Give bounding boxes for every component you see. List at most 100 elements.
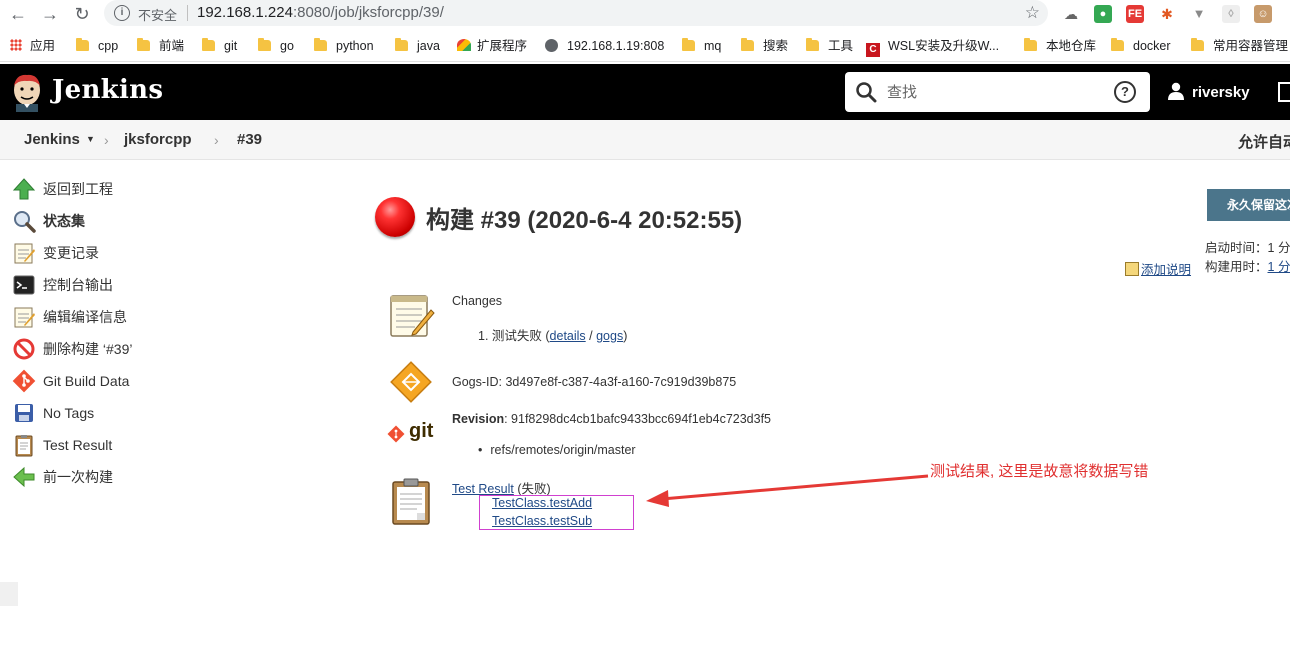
failed-test-link[interactable]: TestClass.testAdd — [492, 496, 592, 510]
extension-green-icon[interactable]: ● — [1094, 5, 1112, 23]
bookmark-label: 搜索 — [763, 39, 789, 53]
sidebar-item-changes[interactable]: 变更记录 — [12, 241, 99, 265]
bookmark-star-icon[interactable]: ☆ — [1025, 3, 1040, 23]
bookmark-label: 常用容器管理 — [1213, 39, 1289, 53]
keep-forever-button[interactable]: 永久保留这次构建 — [1207, 189, 1290, 221]
bookmark-python[interactable]: python — [314, 38, 374, 54]
caret-down-icon[interactable]: ▼ — [86, 134, 95, 144]
sidebar-item-label: 前一次构建 — [43, 469, 113, 485]
failed-test-link[interactable]: TestClass.testSub — [492, 514, 592, 528]
bookmark-label: 扩展程序 — [477, 39, 528, 53]
search-input[interactable] — [887, 80, 1107, 104]
bookmark-label: 应用 — [30, 39, 56, 53]
bookmark-label: 前端 — [159, 39, 185, 53]
bookmark-mq[interactable]: mq — [682, 38, 721, 54]
no-entry-icon — [13, 338, 35, 360]
bookmark-search[interactable]: 搜索 — [741, 38, 788, 54]
git-logo-text: git — [409, 420, 434, 442]
url-host: 192.168.1.224 — [197, 4, 293, 21]
up-arrow-icon — [12, 178, 36, 200]
divider — [187, 5, 188, 21]
annotation-text: 测试结果, 这里是故意将数据写错 — [930, 463, 1149, 480]
gogs-link[interactable]: gogs — [596, 329, 623, 343]
sidebar-item-label: No Tags — [43, 405, 95, 421]
bookmark-apps[interactable]: 应用 — [10, 38, 55, 54]
bookmark-wsl[interactable]: C WSL安装及升级W... — [866, 38, 999, 57]
help-icon[interactable]: ? — [1114, 81, 1136, 103]
bookmark-local-repo[interactable]: 本地仓库 — [1024, 38, 1096, 54]
bookmark-cpp[interactable]: cpp — [76, 38, 118, 54]
revision: Revision: 91f8298dc4cb1bafc9433bcc694f1e… — [452, 412, 771, 426]
sidebar-item-label: Git Build Data — [43, 373, 130, 389]
bookmark-label: 本地仓库 — [1046, 39, 1097, 53]
details-link[interactable]: details — [550, 329, 586, 343]
add-description-label: 添加说明 — [1141, 263, 1192, 277]
extension-fe-icon[interactable]: FE — [1126, 5, 1144, 23]
test-result-link[interactable]: Test Result — [452, 482, 514, 496]
auto-refresh-toggle[interactable]: 允许自动 — [1238, 131, 1290, 152]
bookmark-ip[interactable]: 192.168.1.19:808 — [545, 38, 664, 54]
bookmark-label: 192.168.1.19:808 — [567, 39, 665, 53]
sidebar-item-no-tags[interactable]: No Tags — [12, 401, 94, 425]
breadcrumb-build[interactable]: #39 — [237, 131, 262, 148]
jenkins-logo-icon[interactable] — [10, 72, 44, 112]
user-name: riversky — [1192, 84, 1250, 101]
extension-grey-icon[interactable]: ◊ — [1222, 5, 1240, 23]
bookmark-extensions[interactable]: 扩展程序 — [457, 38, 527, 54]
info-icon[interactable]: i — [114, 5, 130, 21]
extension-v-icon[interactable]: ▼ — [1190, 5, 1208, 23]
extension-share-icon[interactable]: ✱ — [1158, 5, 1176, 23]
user-link[interactable]: riversky — [1168, 82, 1250, 101]
bookmark-docker[interactable]: docker — [1111, 38, 1171, 54]
sidebar-item-back-to-project[interactable]: 返回到工程 — [12, 177, 113, 201]
sidebar-item-edit-build-info[interactable]: 编辑编译信息 — [12, 305, 127, 329]
breadcrumb-jenkins[interactable]: Jenkins — [24, 131, 80, 148]
sidebar-item-console[interactable]: 控制台输出 — [12, 273, 113, 297]
sidebar-item-label: 返回到工程 — [43, 181, 113, 197]
sidebar-item-test-result[interactable]: Test Result — [12, 433, 112, 457]
breadcrumb-job[interactable]: jksforcpp — [124, 131, 192, 148]
bookmark-git[interactable]: git — [202, 38, 237, 54]
bookmark-go[interactable]: go — [258, 38, 294, 54]
logout-icon[interactable] — [1278, 82, 1290, 102]
sidebar-item-label: 变更记录 — [43, 245, 99, 261]
jenkins-title[interactable]: Jenkins — [52, 75, 163, 105]
test-result-status: (失败) — [513, 482, 551, 496]
user-icon — [1168, 82, 1184, 100]
folder-icon — [137, 38, 150, 51]
change-item-close: ) — [623, 329, 628, 343]
address-bar[interactable]: i 不安全 192.168.1.224:8080/job/jksforcpp/3… — [104, 0, 1048, 26]
csdn-icon: C — [866, 43, 880, 57]
terminal-icon — [13, 275, 35, 295]
changes-heading: Changes — [452, 294, 503, 308]
back-arrow-icon[interactable]: ← — [8, 4, 28, 24]
bookmark-frontend[interactable]: 前端 — [137, 38, 184, 54]
sidebar-item-git-build-data[interactable]: Git Build Data — [12, 369, 129, 393]
git-logo-icon: git — [387, 420, 437, 447]
extension-monkey-icon[interactable]: ☺ — [1254, 5, 1272, 23]
bookmark-java[interactable]: java — [395, 38, 440, 54]
bookmark-containers[interactable]: 常用容器管理 — [1191, 38, 1288, 54]
folder-icon — [741, 38, 754, 51]
sidebar-item-previous-build[interactable]: 前一次构建 — [12, 465, 113, 489]
url-text[interactable]: 192.168.1.224:8080/job/jksforcpp/39/ — [197, 4, 444, 21]
search-icon — [856, 82, 877, 103]
sidebar-item-delete-build[interactable]: 删除构建 ‘#39’ — [12, 337, 132, 361]
sidebar-item-status[interactable]: 状态集 — [12, 209, 85, 233]
reload-icon[interactable]: ↻ — [72, 4, 92, 24]
duration-link[interactable]: 1 分 — [1268, 260, 1290, 274]
magnifier-icon — [14, 211, 36, 233]
bookmark-label: 工具 — [828, 39, 854, 53]
gogs-id: Gogs-ID: 3d497e8f-c387-4a3f-a160-7c919d3… — [452, 375, 737, 389]
bookmark-tools[interactable]: 工具 — [806, 38, 853, 54]
browser-toolbar: ← → ↻ i 不安全 192.168.1.224:8080/job/jksfo… — [0, 0, 1290, 28]
folder-icon — [395, 38, 408, 51]
build-status-ball-icon — [375, 197, 415, 237]
add-description-link[interactable]: 添加说明 — [1125, 259, 1191, 278]
bookmark-label: java — [417, 39, 440, 53]
scroll-handle[interactable] — [0, 582, 18, 606]
extension-cloud-icon[interactable]: ☁ — [1062, 5, 1080, 23]
annotation-arrow-icon — [646, 474, 929, 507]
notepad-icon — [14, 307, 35, 328]
forward-arrow-icon[interactable]: → — [40, 4, 60, 24]
